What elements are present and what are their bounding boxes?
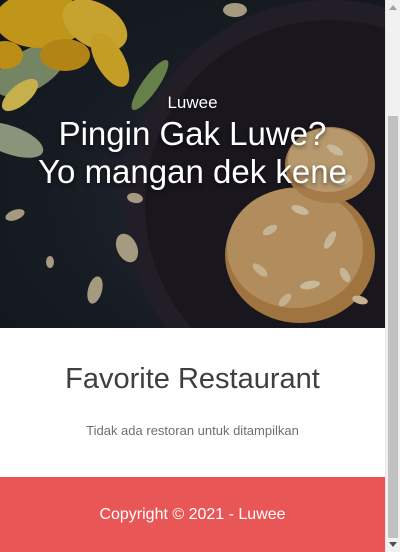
hero-brand: Luwee: [167, 93, 218, 112]
hero-text: Luwee Pingin Gak Luwe? Yo mangan dek ken…: [0, 92, 385, 191]
empty-state-message: Tidak ada restoran untuk ditampilkan: [86, 423, 299, 438]
footer: Copyright © 2021 - Luwee: [0, 477, 385, 552]
scrollbar-thumb[interactable]: [388, 116, 398, 538]
main-content: Favorite Restaurant Tidak ada restoran u…: [0, 328, 385, 477]
section-title: Favorite Restaurant: [65, 363, 320, 395]
page-content: Luwee Pingin Gak Luwe? Yo mangan dek ken…: [0, 0, 385, 552]
hero-title: Pingin Gak Luwe? Yo mangan dek kene: [0, 115, 385, 191]
copyright-text: Copyright © 2021 - Luwee: [99, 506, 286, 523]
scroll-down-arrow-icon[interactable]: [389, 542, 397, 547]
hero-banner: Luwee Pingin Gak Luwe? Yo mangan dek ken…: [0, 0, 385, 328]
hero-title-line2: Yo mangan dek kene: [38, 153, 347, 190]
vertical-scrollbar[interactable]: [385, 0, 400, 552]
hero-title-line1: Pingin Gak Luwe?: [58, 115, 327, 152]
page: Luwee Pingin Gak Luwe? Yo mangan dek ken…: [0, 0, 400, 552]
scroll-up-arrow-icon[interactable]: [389, 5, 397, 10]
